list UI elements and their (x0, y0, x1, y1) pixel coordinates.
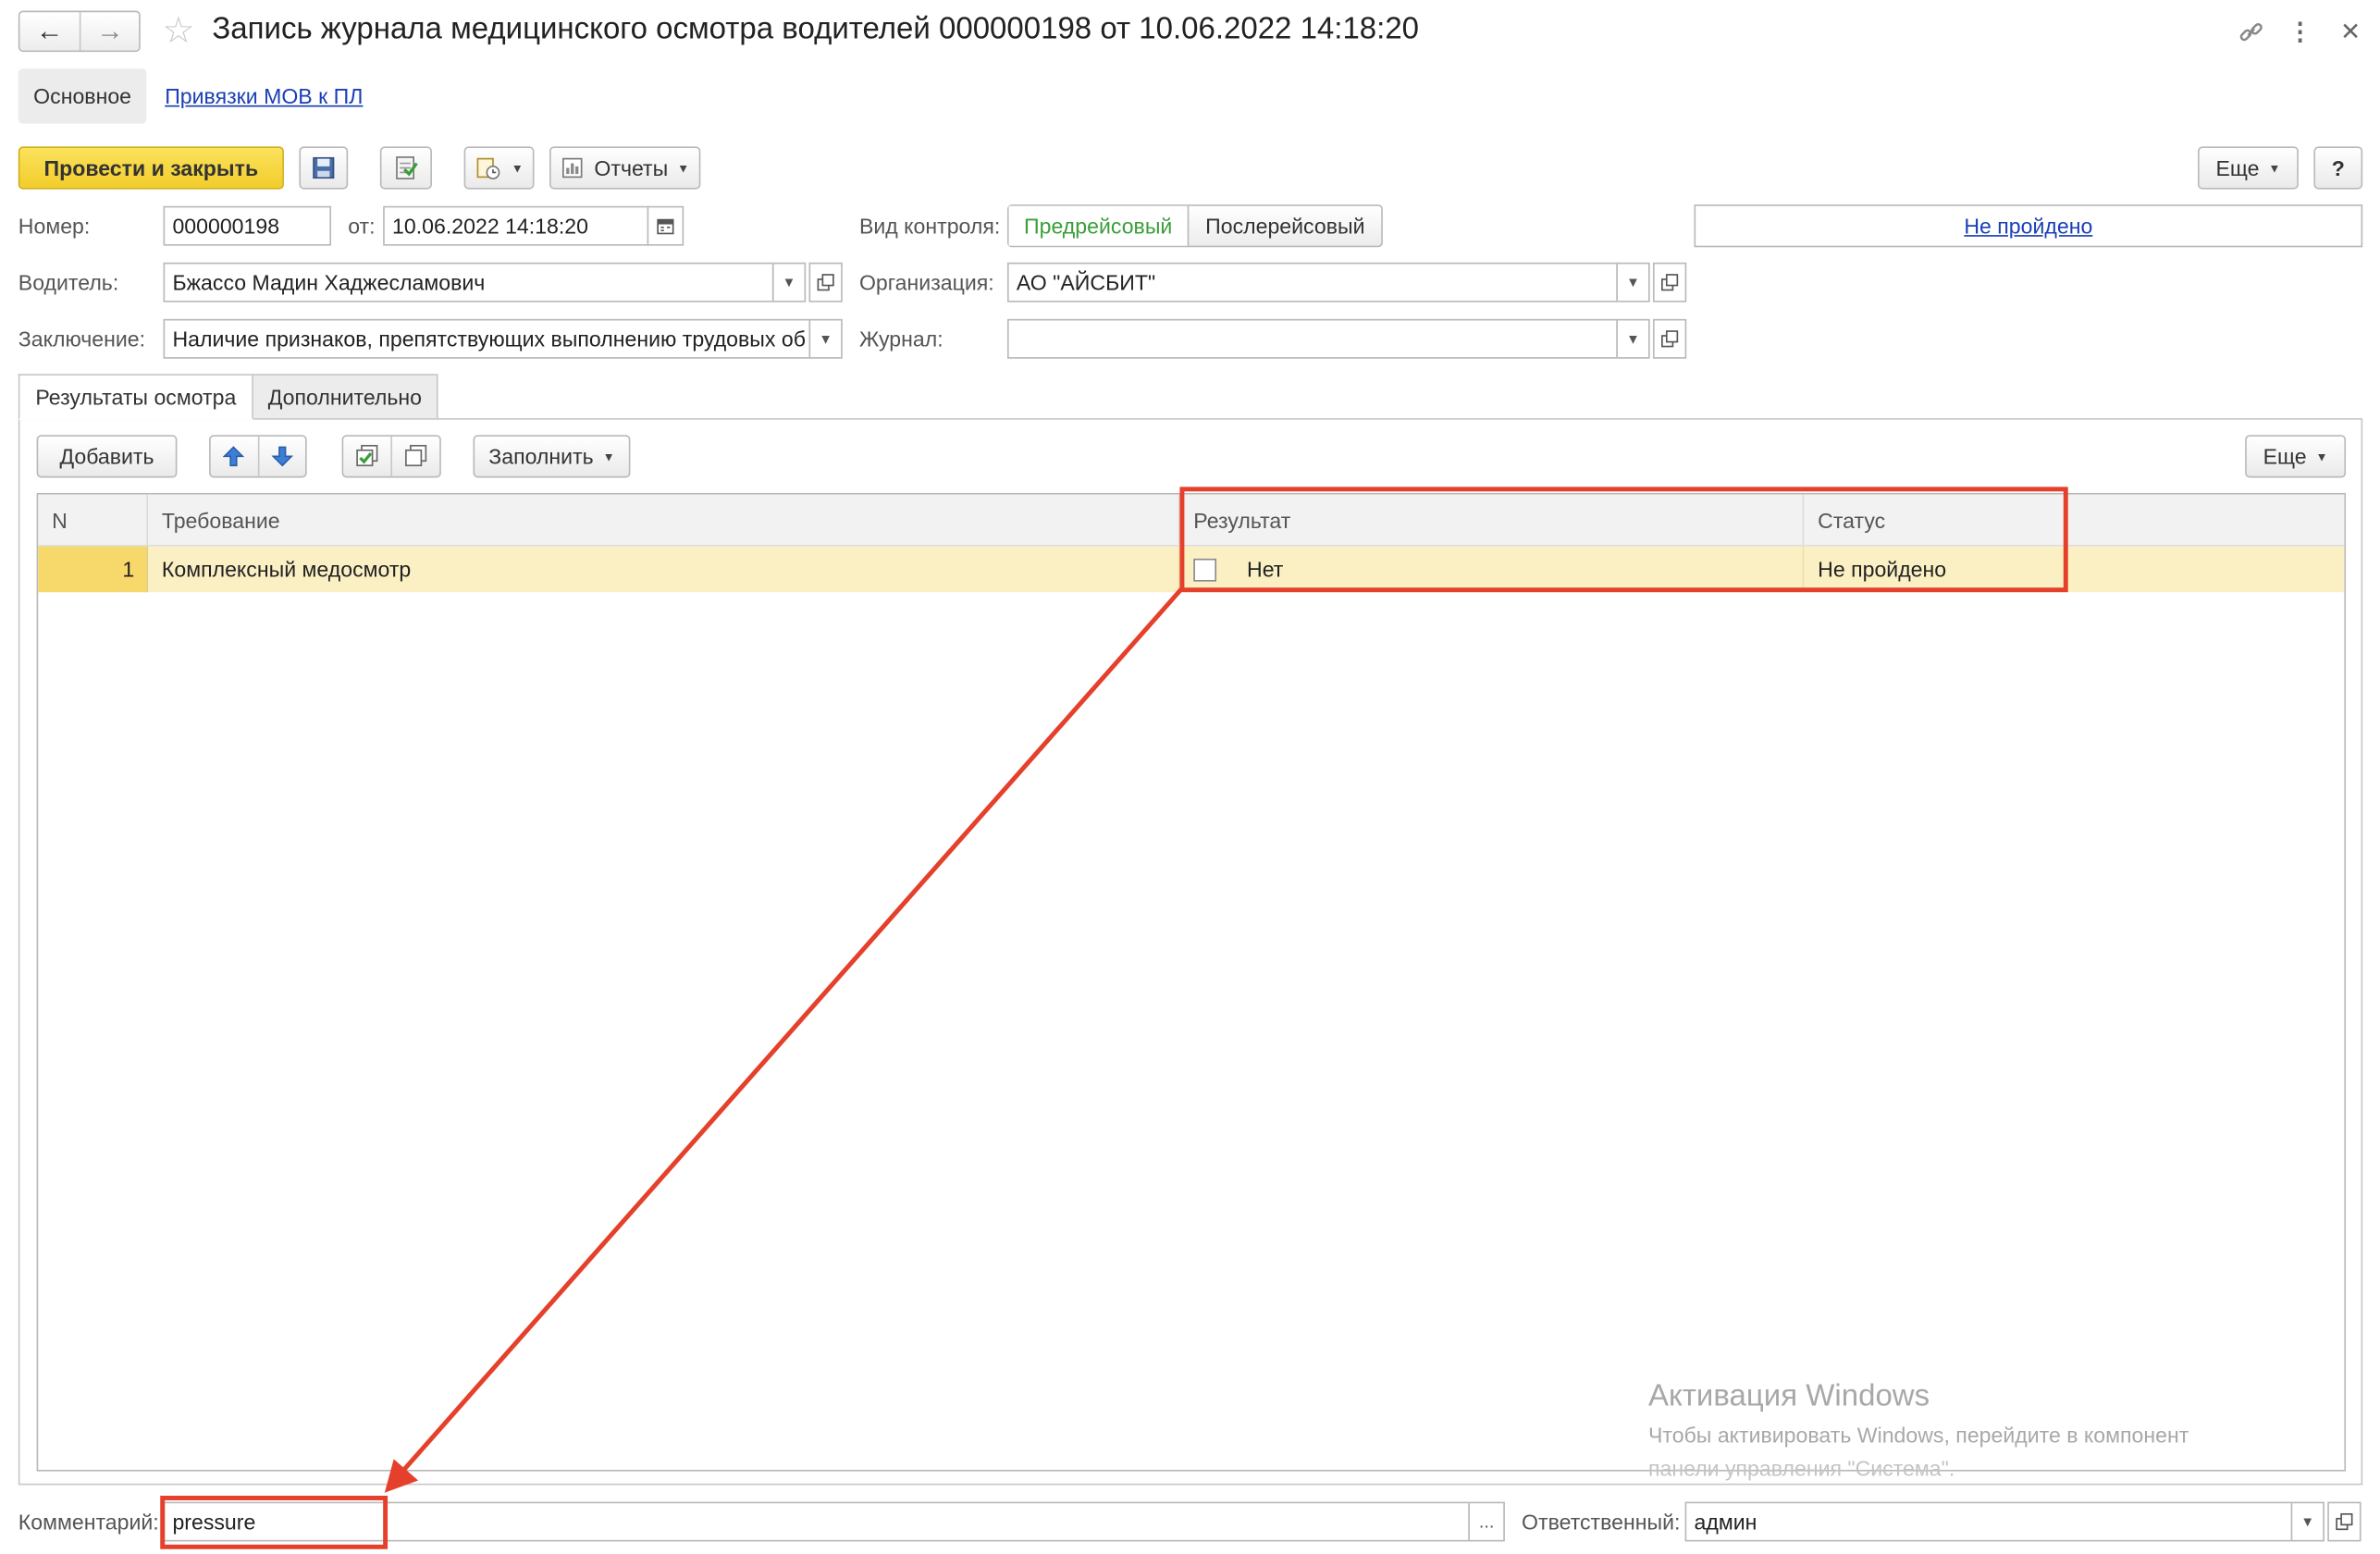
tab-exam-results[interactable]: Результаты осмотра (18, 374, 253, 420)
tab-exam-results-label: Результаты осмотра (35, 384, 237, 410)
annotation-arrow (384, 587, 1183, 1493)
